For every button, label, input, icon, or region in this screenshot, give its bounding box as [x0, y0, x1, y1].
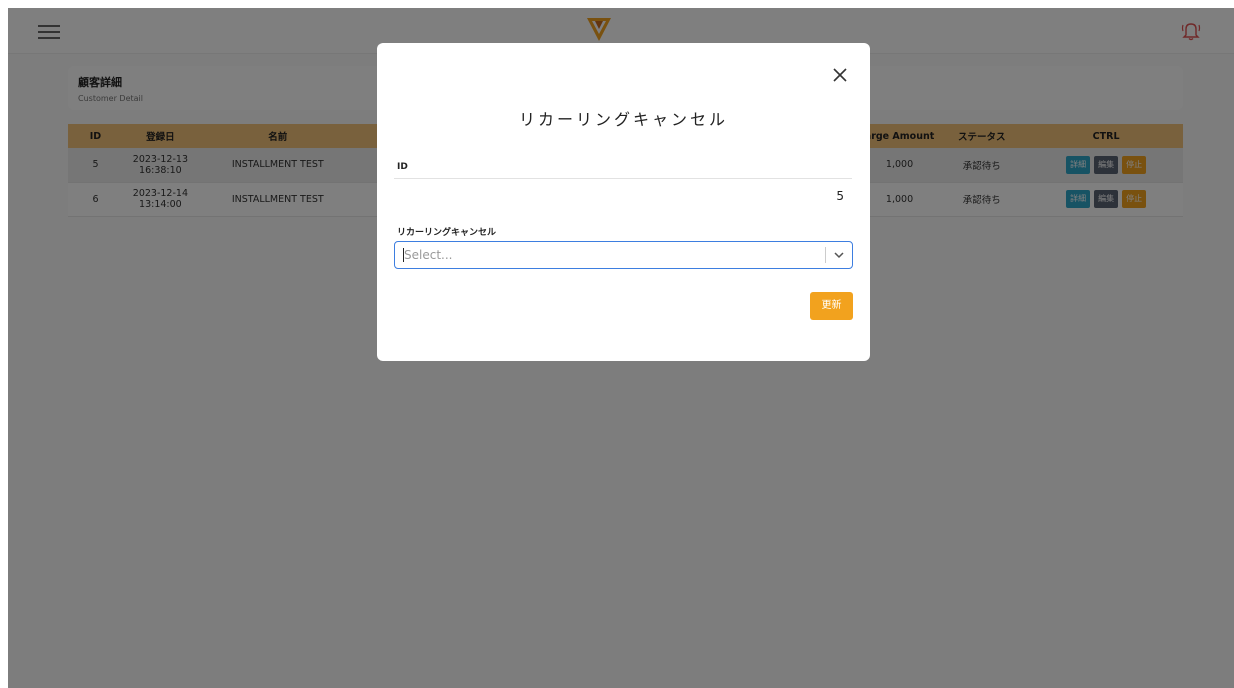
- id-field-value: 5: [836, 189, 844, 203]
- id-field-label: ID: [397, 162, 408, 172]
- recurring-cancel-modal: リカーリングキャンセル ID 5 リカーリングキャンセル Select... 更…: [377, 43, 870, 361]
- app-viewport: 顧客詳細 Customer Detail ID 登録日 名前 arge Amou…: [8, 8, 1234, 688]
- select-separator: [825, 247, 826, 263]
- divider: [394, 178, 852, 179]
- recurring-cancel-select[interactable]: Select...: [394, 241, 853, 269]
- select-placeholder: Select...: [404, 248, 453, 262]
- recurring-cancel-select-label: リカーリングキャンセル: [397, 228, 497, 238]
- modal-title: リカーリングキャンセル: [518, 110, 728, 129]
- chevron-down-icon[interactable]: [833, 250, 845, 260]
- close-icon[interactable]: [832, 67, 848, 83]
- update-button[interactable]: 更新: [810, 292, 853, 320]
